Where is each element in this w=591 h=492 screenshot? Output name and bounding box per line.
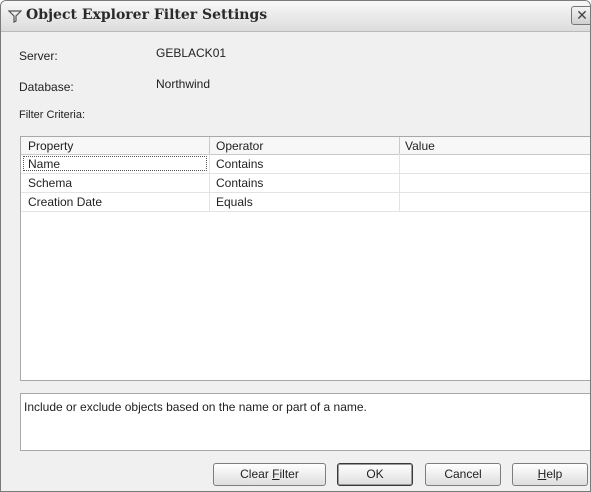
filter-grid[interactable]: Property Operator Value Name Contains Sc… <box>20 136 590 381</box>
column-divider[interactable] <box>399 137 400 154</box>
ok-button[interactable]: OK <box>337 463 413 486</box>
database-label: Database: <box>19 80 74 94</box>
cell-operator[interactable]: Equals <box>216 195 253 209</box>
clear-filter-label: Clear Filter <box>240 467 299 481</box>
grid-header: Property Operator Value <box>21 137 590 155</box>
cell-property[interactable]: Name <box>28 157 60 171</box>
cell-property[interactable]: Schema <box>28 176 72 190</box>
close-button[interactable]: ✕ <box>571 6 590 25</box>
database-value: Northwind <box>156 77 211 91</box>
title-bar[interactable]: Object Explorer Filter Settings ✕ <box>1 1 590 32</box>
dialog-title: Object Explorer Filter Settings <box>26 7 268 23</box>
column-header-property[interactable]: Property <box>28 139 73 153</box>
table-row[interactable]: Schema Contains <box>21 174 590 193</box>
description-panel: Include or exclude objects based on the … <box>20 393 590 451</box>
cell-operator[interactable]: Contains <box>216 157 263 171</box>
server-value: GEBLACK01 <box>156 46 227 60</box>
cell-operator[interactable]: Contains <box>216 176 263 190</box>
column-header-operator[interactable]: Operator <box>216 139 263 153</box>
description-text: Include or exclude objects based on the … <box>24 400 367 414</box>
funnel-icon <box>8 10 22 23</box>
help-button[interactable]: Help <box>512 463 588 486</box>
filter-settings-dialog: Object Explorer Filter Settings ✕ Server… <box>0 0 591 492</box>
help-label: Help <box>537 467 563 481</box>
cancel-button[interactable]: Cancel <box>425 463 501 486</box>
table-row[interactable]: Name Contains <box>21 155 590 174</box>
server-label: Server: <box>19 49 58 63</box>
column-divider[interactable] <box>209 137 210 154</box>
close-icon: ✕ <box>576 7 588 23</box>
clear-filter-button[interactable]: Clear Filter <box>213 463 326 486</box>
table-row[interactable]: Creation Date Equals <box>21 193 590 212</box>
filter-criteria-label: Filter Criteria: <box>19 109 86 121</box>
cell-property[interactable]: Creation Date <box>28 195 102 209</box>
column-header-value[interactable]: Value <box>405 139 435 153</box>
